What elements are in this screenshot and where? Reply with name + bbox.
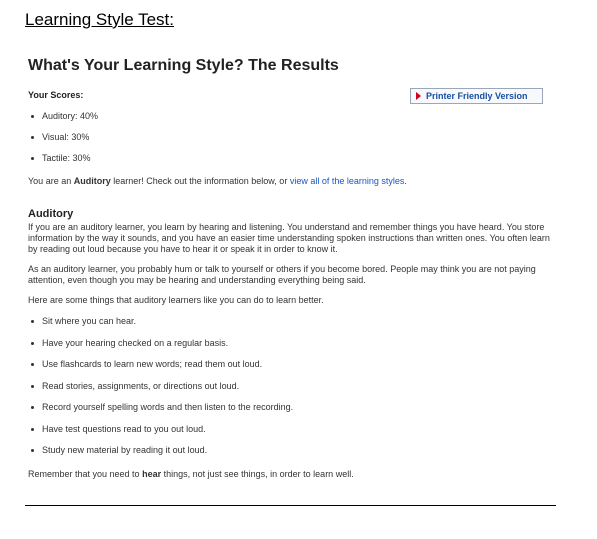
- score-item-tactile: Tactile: 30%: [31, 153, 550, 174]
- result-style: Auditory: [73, 176, 111, 186]
- bottom-divider: [25, 505, 556, 506]
- section-title: Auditory: [28, 208, 74, 220]
- printer-friendly-button[interactable]: Printer Friendly Version: [410, 88, 543, 104]
- tip-item: Have your hearing checked on a regular b…: [31, 338, 550, 360]
- score-item-visual: Visual: 30%: [31, 132, 550, 153]
- closing-emphasis: hear: [142, 468, 162, 479]
- printer-friendly-label: Printer Friendly Version: [426, 90, 528, 101]
- tip-item: Use flashcards to learn new words; read …: [31, 359, 550, 381]
- tip-item: Have test questions read to you out loud…: [31, 424, 550, 446]
- play-arrow-icon: [416, 92, 421, 100]
- result-middle: learner! Check out the information below…: [110, 176, 290, 186]
- score-list: Auditory: 40% Visual: 30% Tactile: 30%: [28, 111, 550, 174]
- view-all-styles-link[interactable]: view all of the learning styles: [290, 176, 405, 186]
- closing-prefix: Remember that you need to: [28, 468, 143, 479]
- scores-header-row: Your Scores: Printer Friendly Version: [28, 88, 550, 106]
- result-prefix: You are an: [28, 176, 74, 186]
- tips-list: Sit where you can hear. Have your hearin…: [28, 316, 550, 467]
- tip-item: Read stories, assignments, or directions…: [31, 381, 550, 403]
- results-panel: What's Your Learning Style? The Results …: [28, 56, 550, 480]
- description-paragraph-3: Here are some things that auditory learn…: [28, 295, 324, 305]
- tip-item: Sit where you can hear.: [31, 316, 550, 338]
- tip-item: Study new material by reading it out lou…: [31, 445, 550, 467]
- closing-statement: Remember that you need to hear things, n…: [28, 469, 550, 480]
- tip-item: Record yourself spelling words and then …: [31, 402, 550, 424]
- page-title: What's Your Learning Style? The Results: [28, 57, 339, 74]
- description-paragraph-2: As an auditory learner, you probably hum…: [28, 264, 536, 285]
- result-suffix: .: [404, 176, 407, 186]
- description-paragraph-1: If you are an auditory learner, you lear…: [28, 222, 550, 254]
- scores-label: Your Scores:: [28, 90, 84, 100]
- result-statement: You are an Auditory learner! Check out t…: [28, 176, 550, 187]
- score-item-auditory: Auditory: 40%: [31, 111, 550, 132]
- document-heading: Learning Style Test:: [25, 10, 174, 29]
- closing-suffix: things, not just see things, in order to…: [161, 468, 354, 479]
